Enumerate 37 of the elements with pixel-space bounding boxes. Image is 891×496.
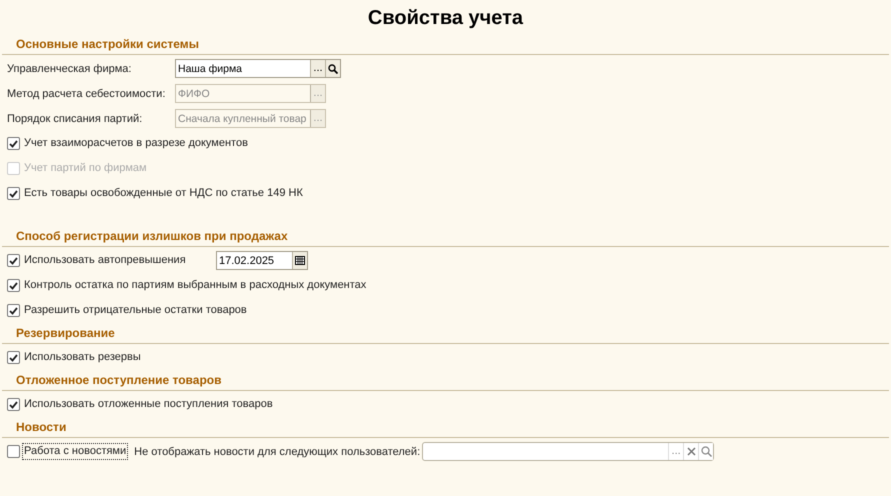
section-heading: Основные настройки системы (16, 37, 199, 51)
checkbox-label[interactable]: Разрешить отрицательные остатки товаров (22, 302, 249, 319)
checkbox[interactable] (7, 445, 20, 458)
search-button[interactable] (325, 60, 340, 77)
section-heading: Новости (16, 420, 66, 434)
users-field[interactable]: ... (422, 442, 714, 461)
clear-button[interactable] (683, 443, 698, 460)
close-icon (686, 447, 696, 456)
form-title: Свойства учета (366, 6, 524, 31)
checkbox-label[interactable]: Использовать отложенные поступления товаров (22, 396, 275, 413)
date-field[interactable]: 17.02.2025 (216, 251, 308, 270)
checkbox-label[interactable]: Использовать резервы (22, 349, 143, 366)
checkbox-label[interactable]: Работа с новостями (22, 443, 128, 460)
section-heading: Резервирование (16, 326, 115, 340)
select-field[interactable]: Наша фирма ... (175, 59, 341, 78)
field-label: Не отображать новости для следующих пользователей: (134, 446, 420, 458)
search-icon (700, 446, 712, 457)
checkbox[interactable] (7, 304, 20, 317)
checkbox[interactable] (7, 351, 20, 364)
checkbox[interactable] (7, 187, 20, 200)
calendar-icon (295, 256, 305, 265)
select-button[interactable]: ... (310, 60, 325, 77)
checkbox[interactable] (7, 398, 20, 411)
checkbox[interactable] (7, 254, 20, 267)
checkbox-label[interactable]: Учет взаиморасчетов в разрезе документов (22, 135, 250, 152)
checkbox-label[interactable]: Использовать автопревышения (22, 252, 216, 269)
checkbox-label[interactable]: Есть товары освобожденные от НДС по статье 149 НК (22, 185, 305, 202)
field-label: Управленческая фирма: (7, 62, 132, 74)
section-heading: Способ регистрации излишков при продажах (16, 229, 288, 243)
section-heading: Отложенное поступление товаров (16, 373, 222, 387)
field-label: Порядок списания партий: (7, 112, 144, 124)
checkbox-label[interactable]: Контроль остатка по партиям выбранным в расходных документах (22, 277, 368, 294)
checkbox[interactable] (7, 279, 20, 292)
calendar-button[interactable] (292, 252, 307, 269)
field-label: Метод расчета себестоимости: (7, 88, 166, 100)
checkbox[interactable] (7, 137, 20, 150)
search-icon (328, 64, 338, 74)
